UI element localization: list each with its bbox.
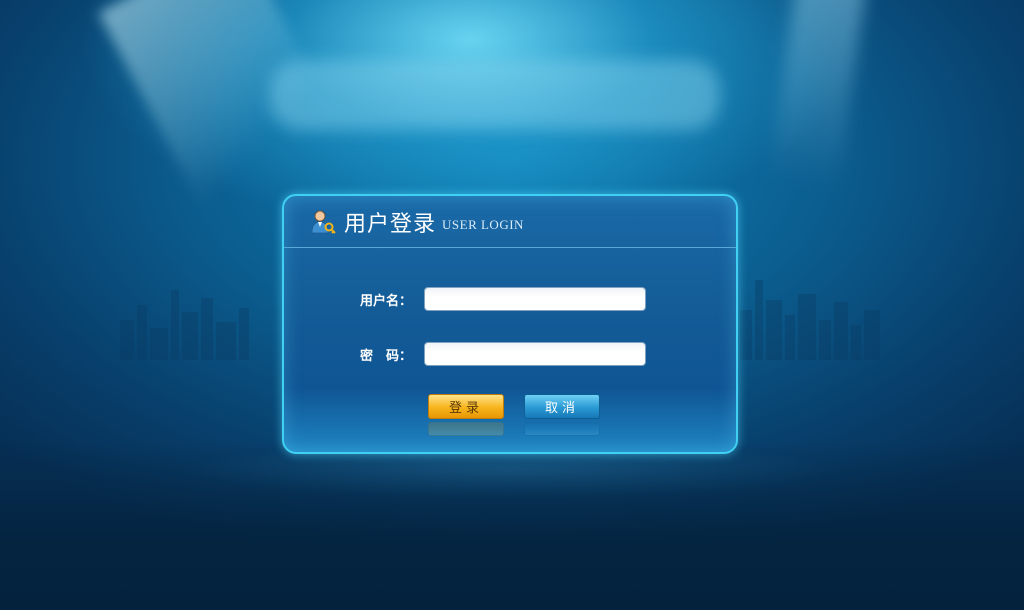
login-page: 用户登录 USER LOGIN 用户名： 密 码： 登录 取消	[0, 0, 1024, 610]
background-floor	[0, 440, 1024, 610]
login-panel: 用户登录 USER LOGIN 用户名： 密 码： 登录 取消	[282, 194, 738, 454]
password-label: 密 码：	[359, 348, 412, 364]
background-light-ray	[763, 0, 867, 224]
panel-header: 用户登录 USER LOGIN	[284, 196, 736, 248]
username-label: 用户名：	[359, 293, 412, 309]
password-input[interactable]	[424, 342, 646, 366]
password-row: 密 码：	[284, 342, 646, 366]
background-skyline	[120, 270, 249, 360]
background-skyline	[740, 270, 880, 360]
cancel-button-reflection	[524, 422, 600, 436]
login-button-reflection	[428, 422, 504, 436]
username-row: 用户名：	[284, 287, 646, 311]
button-reflection	[428, 422, 600, 436]
username-input[interactable]	[424, 287, 646, 311]
user-key-icon	[310, 209, 336, 235]
cancel-button[interactable]: 取消	[524, 394, 600, 419]
background-light-band	[270, 60, 720, 130]
panel-title: 用户登录	[344, 211, 437, 237]
login-button[interactable]: 登录	[428, 394, 504, 419]
panel-subtitle: USER LOGIN	[442, 216, 524, 232]
button-row: 登录 取消	[428, 394, 600, 419]
